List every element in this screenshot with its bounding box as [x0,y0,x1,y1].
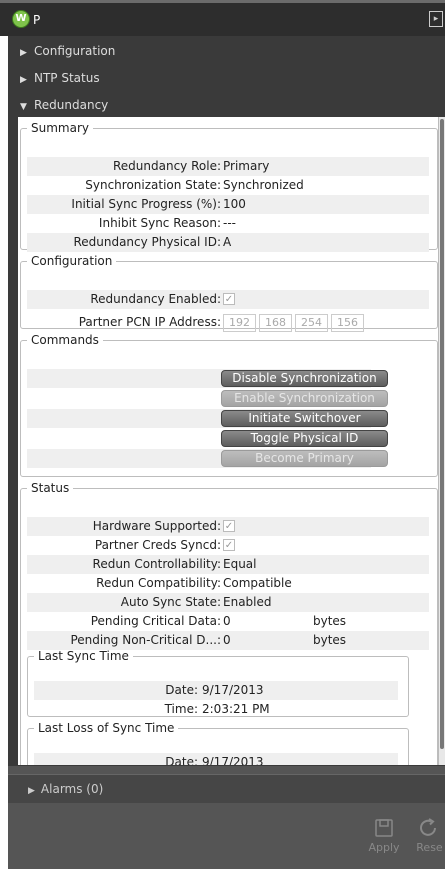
ip-octet-2-input[interactable]: 168 [259,313,292,332]
configuration-group: Configuration Redundancy Enabled: ✓ Part… [20,254,438,332]
sync-progress-label: Initial Sync Progress (%): [71,197,221,211]
status-row: Pending Critical Data: 0 bytes [27,612,429,631]
hw-supported-checkbox[interactable]: ✓ [223,520,235,532]
last-sync-legend: Last Sync Time [38,649,129,663]
initiate-switchover-button[interactable]: Initiate Switchover [221,410,388,427]
summary-row: Redundancy Role: Primary [27,157,429,176]
pending-critical-unit: bytes [313,614,347,628]
last-loss-sync-group: Last Loss of Sync Time Date: 9/17/2013 [27,721,409,765]
last-loss-date-label: Date: [165,755,198,765]
reset-button[interactable]: Rese [414,818,445,854]
last-sync-time-row: Time: 2:03:21 PM [34,700,398,719]
enable-sync-button[interactable]: Enable Synchronization [221,390,388,407]
accordion-ntp-status-label: NTP Status [34,71,100,85]
expand-arrow-icon: ▶ [28,786,35,796]
pending-critical-value: 0 [223,614,231,628]
status-group: Status Hardware Supported: ✓ Partner Cre… [20,481,438,765]
redundancy-enabled-row: Redundancy Enabled: ✓ [27,290,429,309]
title-bar: W P ▸ [0,0,445,36]
content-scrollbar[interactable] [438,117,445,765]
compatibility-value: Compatible [223,576,292,590]
disable-sync-button[interactable]: Disable Synchronization [221,370,388,387]
scrollbar-thumb[interactable] [440,119,444,749]
pending-critical-label: Pending Critical Data: [90,614,221,628]
app-logo-icon: W [12,10,30,28]
toggle-physical-id-button[interactable]: Toggle Physical ID [221,430,388,447]
last-sync-date-row: Date: 9/17/2013 [34,681,398,700]
apply-label: Apply [368,841,400,854]
pending-noncritical-unit: bytes [313,633,347,647]
last-sync-date-value: 9/17/2013 [202,683,264,697]
last-sync-time-value: 2:03:21 PM [202,702,270,716]
last-sync-date-label: Date: [165,683,198,697]
summary-group: Summary Redundancy Role: Primary Synchro… [20,121,438,252]
last-sync-group: Last Sync Time Date: 9/17/2013 Time: 2:0… [27,649,409,717]
last-loss-date-value: 9/17/2013 [202,755,264,765]
last-loss-date-row: Date: 9/17/2013 [34,753,398,765]
partner-ip-row: Partner PCN IP Address: 192 168 254 156 [27,311,429,333]
partner-ip-label: Partner PCN IP Address: [78,315,221,329]
commands-legend: Commands [31,333,99,347]
ip-octet-1-input[interactable]: 192 [223,313,256,332]
status-row: Auto Sync State: Enabled [27,593,429,612]
auto-sync-label: Auto Sync State: [120,595,221,609]
accordion-configuration-label: Configuration [34,44,116,58]
redundancy-role-label: Redundancy Role: [113,159,221,173]
sync-state-label: Synchronization State: [85,178,221,192]
ip-octet-3-input[interactable]: 254 [295,313,328,332]
app-window: W P ▸ ▶ Configuration ▶ NTP Status ▼ Redund… [0,0,445,869]
summary-legend: Summary [31,121,89,135]
reset-label: Rese [416,841,443,854]
expand-arrow-icon: ▶ [20,75,27,85]
creds-syncd-row: Partner Creds Syncd: ✓ [27,536,429,555]
status-row: Redun Compatibility: Compatible [27,574,429,593]
inhibit-reason-value: --- [223,216,236,230]
compatibility-label: Redun Compatibility: [96,576,221,590]
status-row: Pending Non-Critical D...: 0 bytes [27,631,429,650]
last-loss-sync-legend: Last Loss of Sync Time [38,721,175,735]
creds-syncd-checkbox[interactable]: ✓ [223,539,235,551]
last-sync-time-label: Time: [164,702,198,716]
accordion-alarms[interactable]: ▶ Alarms (0) [8,774,445,803]
status-row: Redun Controllability: Equal [27,555,429,574]
partner-ip-fields: 192 168 254 156 [223,311,367,333]
redundancy-enabled-label: Redundancy Enabled: [90,292,221,306]
accordion-alarms-label: Alarms (0) [40,782,104,796]
become-primary-button[interactable]: Become Primary [221,450,388,467]
auto-sync-value: Enabled [223,595,272,609]
creds-syncd-label: Partner Creds Syncd: [94,538,221,552]
redundancy-enabled-checkbox[interactable]: ✓ [223,293,235,305]
configuration-legend: Configuration [31,254,113,268]
reset-icon [419,818,436,836]
hw-supported-label: Hardware Supported: [92,519,221,533]
controllability-label: Redun Controllability: [92,557,221,571]
hw-supported-row: Hardware Supported: ✓ [27,517,429,536]
expand-arrow-icon: ▶ [20,48,27,58]
save-icon [375,819,393,837]
window-restore-icon[interactable]: ▸ [429,11,443,27]
sync-state-value: Synchronized [223,178,304,192]
redundancy-content: Summary Redundancy Role: Primary Synchro… [18,117,439,765]
accordion-configuration[interactable]: ▶ Configuration [18,38,445,64]
pending-noncritical-value: 0 [223,633,231,647]
summary-row: Synchronization State: Synchronized [27,176,429,195]
commands-group: Commands Disable Synchronization Enable … [20,333,438,477]
accordion-ntp-status[interactable]: ▶ NTP Status [18,65,445,91]
inhibit-reason-label: Inhibit Sync Reason: [98,216,221,230]
status-legend: Status [31,481,70,495]
redundancy-role-value: Primary [223,159,270,173]
summary-row: Redundancy Physical ID: A [27,233,429,252]
physical-id-value: A [223,235,232,249]
sync-progress-value: 100 [223,197,246,211]
summary-row: Initial Sync Progress (%): 100 [27,195,429,214]
apply-button[interactable]: Apply [362,818,406,854]
accordion-redundancy[interactable]: ▼ Redundancy [18,92,445,118]
physical-id-label: Redundancy Physical ID: [73,235,221,249]
summary-row: Inhibit Sync Reason: --- [27,214,429,233]
window-title: P [33,13,41,27]
ip-octet-4-input[interactable]: 156 [331,313,364,332]
pending-noncritical-label: Pending Non-Critical D...: [70,633,221,647]
controllability-value: Equal [223,557,257,571]
accordion-redundancy-label: Redundancy [34,98,109,112]
